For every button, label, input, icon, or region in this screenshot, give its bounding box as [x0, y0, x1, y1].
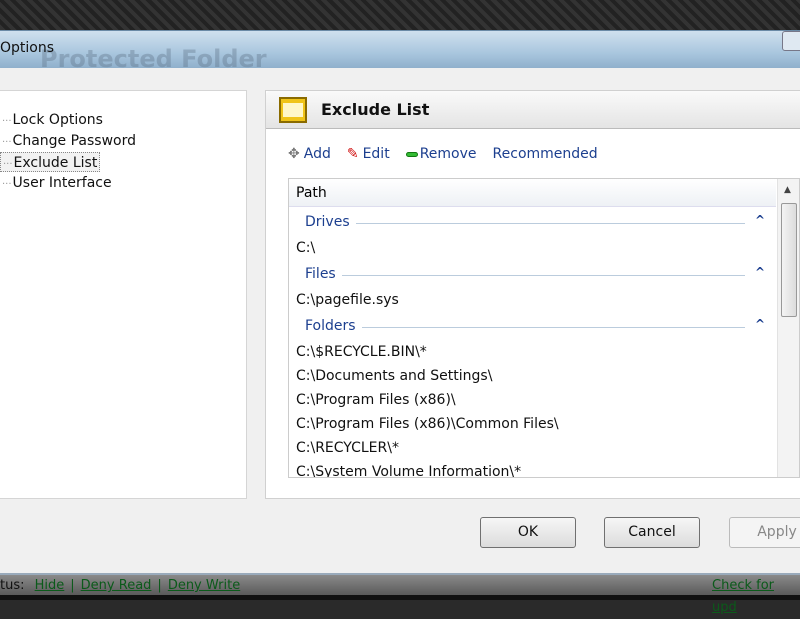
collapse-chevron-icon[interactable]: ^: [755, 213, 765, 227]
deny-write-link[interactable]: Deny Write: [168, 578, 240, 593]
add-button[interactable]: ✥ Add: [288, 146, 331, 162]
group-header[interactable]: Drives ^: [289, 208, 777, 236]
tree-item-exclude-list[interactable]: Exclude List: [0, 152, 101, 172]
collapse-chevron-icon[interactable]: ^: [755, 317, 765, 331]
deny-read-link[interactable]: Deny Read: [81, 578, 152, 593]
divider: [305, 275, 745, 276]
group-label: Files: [305, 266, 342, 282]
scrollbar-thumb[interactable]: [781, 203, 797, 317]
tree-item-change-password[interactable]: Change Password: [0, 131, 138, 151]
column-header-path[interactable]: Path: [289, 179, 776, 207]
group-label: Folders: [305, 318, 362, 334]
tree-item-user-interface[interactable]: User Interface: [0, 173, 114, 193]
exclude-list-panel: Exclude List ✥ Add ✎ Edit Remove Recommend…: [265, 90, 800, 499]
options-dialog: Lock Options Change Password Exclude Lis…: [0, 68, 800, 573]
background-strip: [0, 0, 800, 30]
status-label: tus:: [0, 578, 25, 593]
barrier-icon: [279, 97, 307, 123]
group-label: Drives: [305, 214, 356, 230]
list-item[interactable]: C:\Documents and Settings\: [289, 364, 777, 388]
title-bar: Protected Folder Options: [0, 30, 800, 73]
divider: [305, 223, 745, 224]
separator: |: [157, 578, 162, 593]
list-item[interactable]: C:\pagefile.sys: [289, 288, 777, 312]
taskbar-edge: [0, 595, 800, 600]
plus-icon: ✥: [288, 146, 300, 162]
group-header[interactable]: Files ^: [289, 260, 777, 288]
separator: |: [70, 578, 75, 593]
remove-button[interactable]: Remove: [405, 146, 477, 162]
hide-link[interactable]: Hide: [35, 578, 65, 593]
list-item[interactable]: C:\System Volume Information\*: [289, 460, 777, 477]
scroll-up-icon[interactable]: ▲: [784, 185, 791, 195]
vertical-scrollbar[interactable]: ▲: [777, 179, 799, 477]
list-item[interactable]: C:\: [289, 236, 777, 260]
window-title: Options: [0, 40, 55, 56]
list-item[interactable]: C:\Program Files (x86)\Common Files\: [289, 412, 777, 436]
ok-button[interactable]: OK: [480, 517, 576, 548]
pencil-icon: ✎: [346, 146, 359, 162]
cancel-button[interactable]: Cancel: [604, 517, 700, 548]
edit-button[interactable]: ✎ Edit: [347, 146, 390, 162]
apply-button[interactable]: Apply: [729, 517, 800, 548]
status-bar: tus: Hide | Deny Read | Deny Write Check for…: [0, 573, 800, 615]
options-tree: Lock Options Change Password Exclude Lis…: [0, 90, 247, 499]
recommended-button[interactable]: Recommended: [493, 146, 598, 162]
minus-icon: [405, 151, 418, 157]
collapse-chevron-icon[interactable]: ^: [755, 265, 765, 279]
list-item[interactable]: C:\$RECYCLE.BIN\*: [289, 340, 777, 364]
group-header[interactable]: Folders ^: [289, 312, 777, 340]
panel-header: Exclude List: [266, 91, 800, 129]
divider: [305, 327, 745, 328]
list-item[interactable]: C:\Program Files (x86)\: [289, 388, 777, 412]
exclude-list: Path Drives ^ C:\ Files ^ C:\pagefile.sys Fold…: [288, 178, 800, 478]
close-button[interactable]: [782, 31, 800, 51]
toolbar: ✥ Add ✎ Edit Remove Recommended: [288, 146, 598, 162]
panel-title: Exclude List: [321, 100, 430, 119]
list-item[interactable]: C:\RECYCLER\*: [289, 436, 777, 460]
tree-item-lock-options[interactable]: Lock Options: [0, 110, 105, 130]
list-rows: Drives ^ C:\ Files ^ C:\pagefile.sys Folders ^ C…: [289, 208, 777, 477]
